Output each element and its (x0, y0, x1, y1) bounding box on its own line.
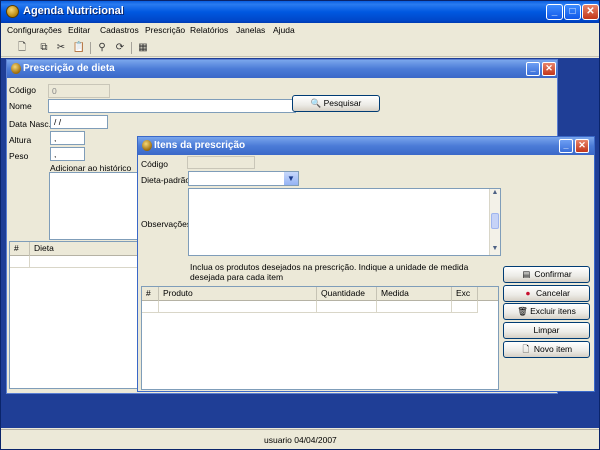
prescricao-title: Prescrição de dieta (23, 63, 115, 74)
dieta-grid[interactable]: # Dieta (9, 241, 141, 389)
column-header: Produto (159, 287, 317, 301)
menu-configuracoes[interactable]: Configurações (7, 25, 62, 35)
trash-icon: 🗑 (517, 306, 528, 316)
column-header: Dieta (30, 242, 140, 256)
table-row[interactable] (142, 301, 478, 313)
menu-relatorios[interactable]: Relatórios (190, 25, 228, 35)
cut-icon[interactable]: ✂ (54, 41, 68, 55)
itens-title: Itens da prescrição (154, 140, 246, 151)
scrollbar[interactable]: ▲ ▼ (489, 189, 500, 255)
observacoes-label: Observações (141, 219, 192, 229)
find-icon[interactable]: ⚲ (95, 41, 109, 55)
codigo-label: Código (141, 159, 168, 169)
scroll-down-icon[interactable]: ▼ (490, 245, 500, 255)
minimize-button[interactable]: _ (559, 139, 573, 153)
status-text: usuario 04/04/2007 (264, 435, 337, 445)
altura-label: Altura (9, 135, 32, 145)
window-icon (142, 140, 152, 151)
close-button[interactable]: ✕ (575, 139, 589, 153)
grid-header: # Produto Quantidade Medida Exc (142, 287, 498, 301)
menu-ajuda[interactable]: Ajuda (273, 25, 295, 35)
data-nasc-field[interactable]: / / (50, 115, 108, 129)
data-nasc-label: Data Nasc. (9, 119, 52, 129)
scroll-up-icon[interactable]: ▲ (490, 189, 500, 199)
peso-field[interactable]: , (50, 147, 85, 161)
dieta-padrao-label: Dieta-padrão (141, 175, 191, 185)
codigo-field (187, 156, 255, 169)
chevron-down-icon[interactable]: ▼ (284, 172, 298, 185)
menu-janelas[interactable]: Janelas (236, 25, 265, 35)
menu-cadastros[interactable]: Cadastros (100, 25, 139, 35)
excluir-itens-button[interactable]: 🗑 Excluir itens (503, 303, 590, 320)
itens-window: Itens da prescrição _ ✕ Código Dieta-pad… (137, 136, 595, 392)
new-item-icon: 🗋 (522, 344, 530, 354)
limpar-button[interactable]: Limpar (503, 322, 590, 339)
dieta-padrao-select[interactable]: ▼ (188, 171, 299, 186)
peso-label: Peso (9, 151, 29, 161)
close-button[interactable]: ✕ (582, 4, 599, 20)
menu-editar[interactable]: Editar (68, 25, 90, 35)
itens-grid[interactable]: # Produto Quantidade Medida Exc (141, 286, 499, 390)
column-header: Medida (377, 287, 452, 301)
title-bar[interactable]: Agenda Nutricional _ □ ✕ (1, 1, 599, 23)
main-window: Agenda Nutricional _ □ ✕ Configurações E… (0, 0, 600, 450)
status-bar: usuario 04/04/2007 (1, 429, 599, 449)
confirm-icon: ▤ (522, 269, 531, 279)
calculator-icon[interactable]: ▦ (136, 41, 150, 55)
app-title: Agenda Nutricional (23, 5, 124, 17)
toolbar-separator (90, 42, 91, 54)
minimize-button[interactable]: _ (526, 62, 540, 76)
scroll-thumb[interactable] (491, 213, 499, 229)
search-icon: 🔍 (310, 98, 322, 108)
nome-label: Nome (9, 101, 32, 111)
column-header: Quantidade (317, 287, 377, 301)
toolbar: 🗋 ⧉ ✂ 📋 ⚲ ⟳ ▦ (1, 39, 599, 57)
paste-icon[interactable]: 📋 (72, 41, 86, 55)
table-row[interactable] (10, 256, 140, 268)
grid-header: # Dieta (10, 242, 140, 256)
menu-bar: Configurações Editar Cadastros Prescriçã… (1, 23, 599, 38)
observacoes-textarea[interactable]: ▲ ▼ (188, 188, 501, 256)
nome-field[interactable] (48, 99, 296, 113)
column-header: # (10, 242, 30, 256)
window-icon (11, 63, 21, 74)
cancelar-button[interactable]: ● Cancelar (503, 285, 590, 302)
new-icon[interactable]: 🗋 (15, 41, 29, 55)
maximize-button[interactable]: □ (564, 4, 581, 20)
historico-textarea[interactable] (49, 172, 139, 240)
confirmar-button[interactable]: ▤ Confirmar (503, 266, 590, 283)
itens-title-bar[interactable]: Itens da prescrição _ ✕ (138, 137, 594, 155)
close-button[interactable]: ✕ (542, 62, 556, 76)
minimize-button[interactable]: _ (546, 4, 563, 20)
prescricao-title-bar[interactable]: Prescrição de dieta _ ✕ (7, 60, 557, 78)
cancel-icon: ● (525, 288, 531, 298)
copy-icon[interactable]: ⧉ (37, 41, 51, 55)
refresh-icon[interactable]: ⟳ (113, 41, 127, 55)
novo-item-button[interactable]: 🗋 Novo item (503, 341, 590, 358)
codigo-field: 0 (48, 84, 110, 98)
hint-text: Inclua os produtos desejados na prescriç… (190, 262, 469, 282)
app-icon (6, 5, 19, 18)
menu-prescricao[interactable]: Prescrição (145, 25, 185, 35)
column-header: Exc (452, 287, 478, 301)
altura-field[interactable]: , (50, 131, 85, 145)
codigo-label: Código (9, 85, 36, 95)
pesquisar-button[interactable]: 🔍 Pesquisar (292, 95, 380, 112)
toolbar-separator (131, 42, 132, 54)
column-header: # (142, 287, 159, 301)
